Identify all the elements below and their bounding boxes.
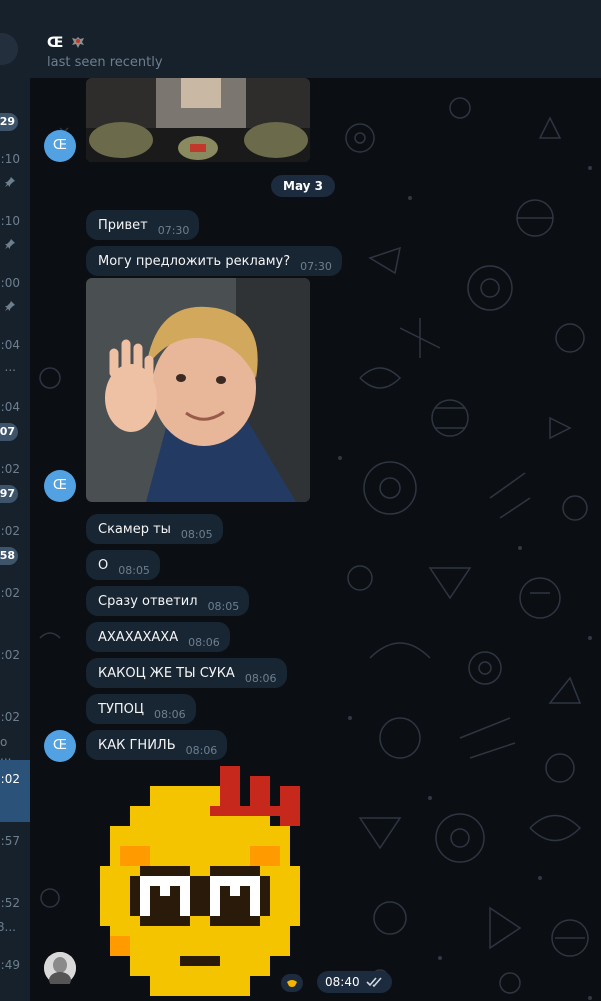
message-time: 08:40: [325, 975, 360, 989]
message-time: 08:06: [185, 743, 218, 757]
pin-icon: [5, 301, 15, 311]
chat-preview: 8...: [0, 920, 16, 934]
message-text: КАКОЦ ЖЕ ТЫ СУКА: [98, 665, 235, 681]
chat-time: 8:10: [0, 152, 20, 166]
message-bubble[interactable]: Могу предложить рекламу? 07:30: [86, 246, 342, 276]
message-time: 08:05: [180, 527, 213, 541]
pin-icon: [5, 239, 15, 249]
message-bubble[interactable]: ТУПОЦ 08:06: [86, 694, 196, 724]
chat-time: 0:02: [0, 648, 20, 662]
message-time: 08:05: [118, 563, 150, 577]
message-text: О: [98, 557, 109, 573]
sender-avatar[interactable]: Œ: [44, 470, 76, 502]
message-bubble[interactable]: АХАХАХАХА 08:06: [86, 622, 230, 652]
message-text: Сразу ответил: [98, 593, 198, 609]
heart-hands-icon: [287, 980, 297, 987]
chat-time: 0:02: [0, 524, 20, 538]
chat-preview: o ...: [0, 735, 12, 763]
pin-icon: [5, 177, 15, 187]
pleading-face-sticker[interactable]: [90, 766, 310, 996]
chat-time: 0:02: [0, 586, 20, 600]
message-time: 07:30: [157, 223, 190, 237]
message-text: ТУПОЦ: [98, 701, 144, 717]
date-separator: May 3: [271, 175, 336, 197]
message-bubble[interactable]: КАКОЦ ЖЕ ТЫ СУКА 08:06: [86, 658, 287, 688]
message-bubble[interactable]: КАК ГНИЛЬ 08:06: [86, 730, 228, 760]
ufc-photo: [86, 78, 310, 162]
chat-time: 8:10: [0, 214, 20, 228]
message-bubble[interactable]: Сразу ответил 08:05: [86, 586, 250, 616]
message-text: Могу предложить рекламу?: [98, 253, 291, 269]
message-text: КАК ГНИЛЬ: [98, 737, 176, 753]
message-area[interactable]: Œ May 3 Привет 07:30 Могу предложить рек…: [30, 78, 601, 1001]
sticker-time-pill: 08:40: [317, 971, 392, 993]
message-text: Скамер ты: [98, 521, 171, 537]
chat-time: 0:04: [0, 338, 20, 352]
chat-time: 8:49: [0, 958, 20, 972]
unread-badge: 07: [0, 423, 18, 441]
chat-time: 8:57: [0, 834, 20, 848]
chat-list-item-active[interactable]: 0:02: [0, 760, 30, 822]
unread-badge: 29: [0, 113, 18, 131]
chat-preview: ...: [4, 360, 16, 374]
unread-badge: 58: [0, 547, 18, 565]
photo-message-ufc[interactable]: [86, 78, 310, 162]
chat-time: 0:02: [0, 772, 20, 786]
double-check-icon: [366, 977, 382, 988]
chat-time: 0:00: [0, 276, 20, 290]
message-bubble[interactable]: Привет 07:30: [86, 210, 200, 240]
message-bubble[interactable]: О 08:05: [86, 550, 160, 580]
sender-avatar[interactable]: Œ: [44, 130, 76, 162]
unread-badge: 97: [0, 485, 18, 503]
reaction-badge[interactable]: [281, 974, 303, 992]
chat-time: 0:02: [0, 710, 20, 724]
search-box[interactable]: [0, 33, 18, 65]
chat-time: 0:02: [0, 462, 20, 476]
message-time: 08:06: [153, 707, 186, 721]
photo-message-meme[interactable]: [86, 278, 310, 502]
message-text: АХАХАХАХА: [98, 629, 179, 645]
message-time: 08:05: [207, 599, 240, 613]
chat-time: 8:52: [0, 896, 20, 910]
user-avatar-image: [44, 952, 76, 988]
user-avatar[interactable]: [44, 952, 76, 988]
double-eagle-emoji-icon: [72, 37, 85, 48]
message-bubble[interactable]: Скамер ты 08:05: [86, 514, 223, 544]
chat-list-sidebar: 29 8:10 8:10 0:00 0:04 ... 0:04 07 0:02 …: [0, 0, 30, 1001]
chat-time: 0:04: [0, 400, 20, 414]
message-time: 08:06: [244, 671, 277, 685]
contact-name[interactable]: Œ: [47, 34, 86, 51]
contact-status: last seen recently: [47, 55, 163, 70]
message-time: 08:06: [188, 635, 220, 649]
message-text: Привет: [98, 217, 148, 233]
sender-avatar[interactable]: Œ: [44, 730, 76, 762]
waving-boy-photo: [86, 278, 310, 502]
message-time: 07:30: [300, 259, 332, 273]
chat-header[interactable]: Œ last seen recently: [30, 0, 601, 78]
